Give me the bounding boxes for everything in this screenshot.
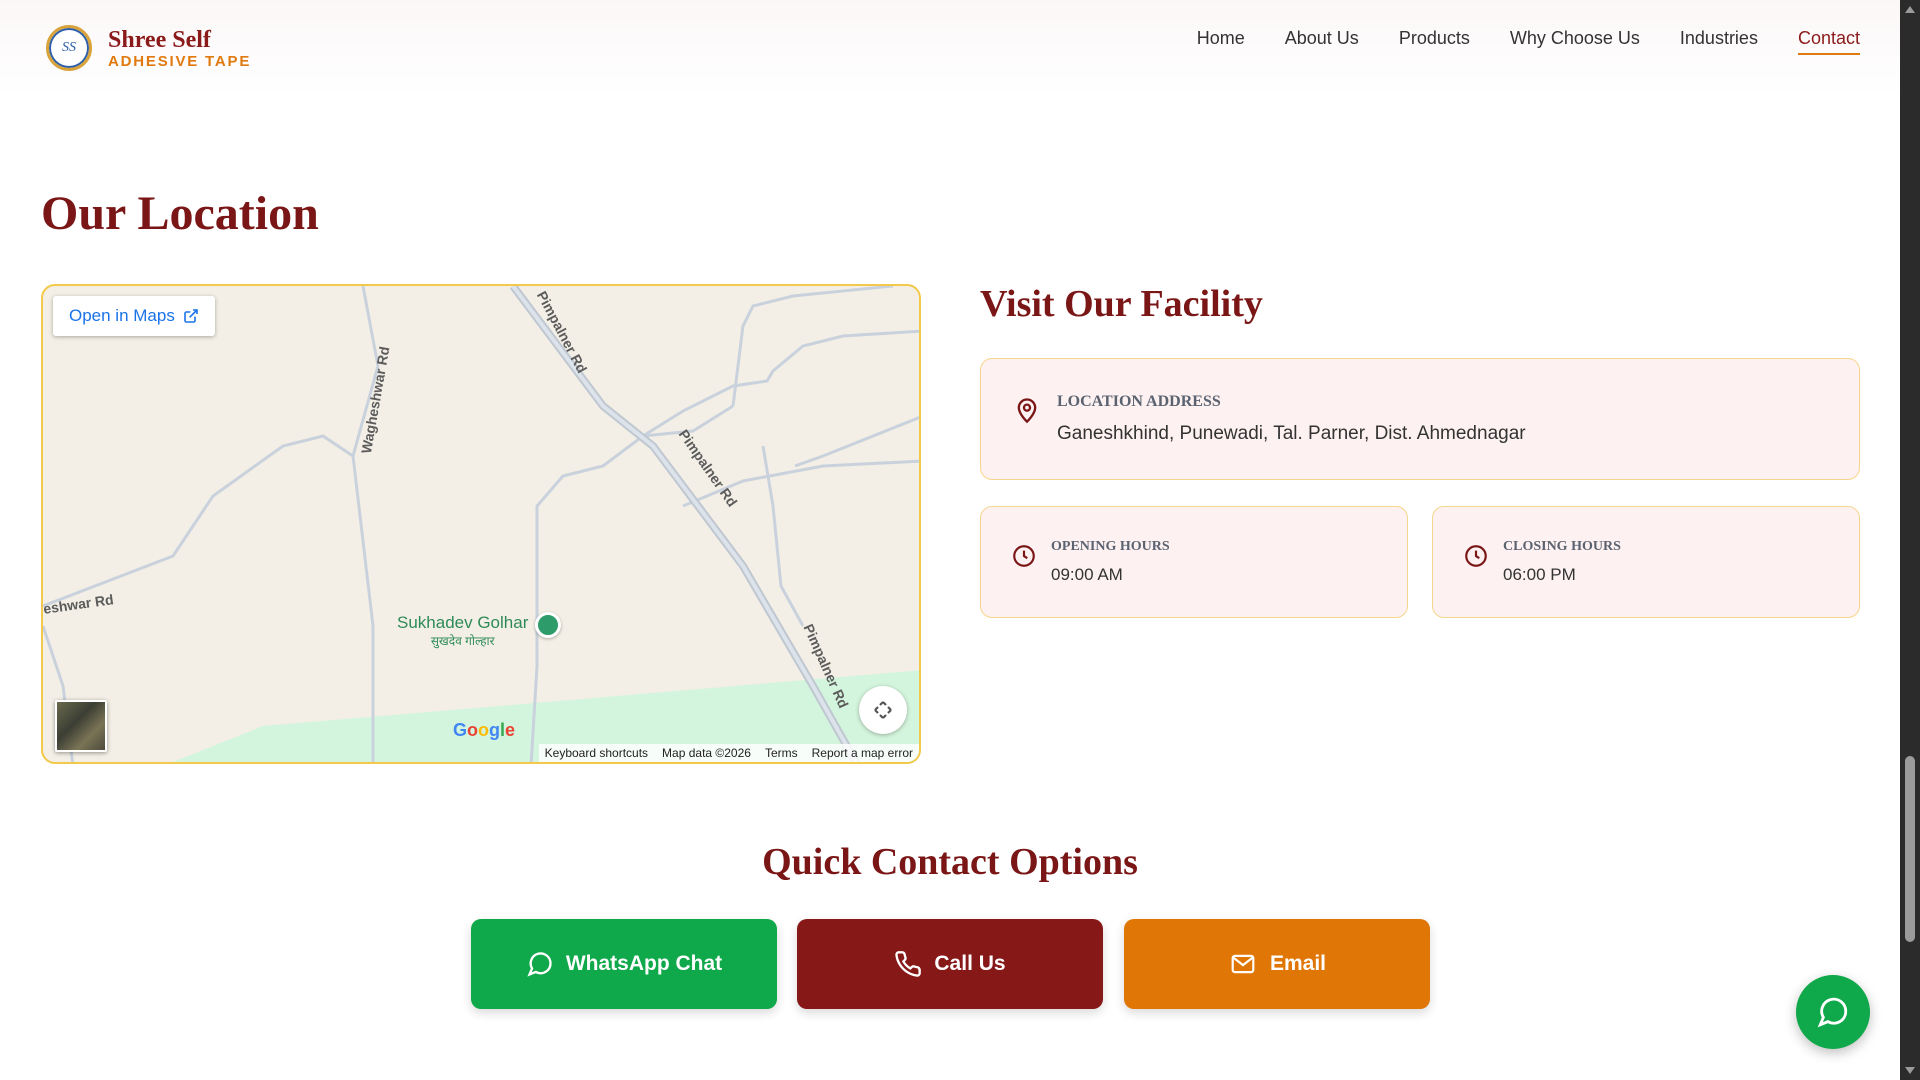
satellite-toggle[interactable] (55, 700, 107, 752)
map-pin-icon (1017, 398, 1037, 424)
mail-icon (1231, 954, 1255, 974)
nav-why-choose-us[interactable]: Why Choose Us (1510, 28, 1640, 55)
whatsapp-chat-button[interactable]: WhatsApp Chat (471, 919, 777, 1009)
nav-home[interactable]: Home (1197, 28, 1245, 55)
poi-marker-icon[interactable] (535, 612, 561, 638)
message-circle-icon (527, 952, 552, 977)
open-in-maps-button[interactable]: Open in Maps (53, 296, 215, 336)
message-circle-icon (1817, 997, 1848, 1028)
fullscreen-icon (874, 701, 892, 719)
visit-facility-title: Visit Our Facility (980, 283, 1263, 325)
call-us-label: Call Us (934, 952, 1006, 975)
address-label: LOCATION ADDRESS (1057, 393, 1221, 410)
call-us-button[interactable]: Call Us (797, 919, 1103, 1009)
report-map-error-link[interactable]: Report a map error (812, 746, 913, 760)
brand-tagline: ADHESIVE TAPE (108, 52, 252, 70)
map-embed[interactable]: Open in Maps Wagheshwar Rd Pimpalner Rd … (41, 284, 921, 764)
page: SS Shree Self ADHESIVE TAPE Home About U… (0, 0, 1920, 1080)
scroll-down-arrow[interactable] (1905, 1067, 1915, 1074)
poi-label[interactable]: Sukhadev Golhar सुखदेव गोल्हार (397, 614, 528, 650)
google-logo: Google (453, 720, 516, 740)
nav-products[interactable]: Products (1399, 28, 1470, 55)
external-link-icon (184, 309, 198, 323)
whatsapp-chat-label: WhatsApp Chat (565, 952, 723, 975)
keyboard-shortcuts-link[interactable]: Keyboard shortcuts (545, 746, 648, 760)
nav-contact[interactable]: Contact (1797, 28, 1860, 55)
open-in-maps-label: Open in Maps (69, 306, 175, 325)
brand-text: Shree Self ADHESIVE TAPE (108, 27, 251, 70)
brand-logo: SS (46, 25, 92, 71)
brand-name: Shree Self (108, 26, 211, 53)
email-button[interactable]: Email (1124, 919, 1430, 1009)
clock-icon (1013, 545, 1035, 567)
site-header: SS Shree Self ADHESIVE TAPE Home About U… (0, 0, 1900, 96)
closing-hours-label: CLOSING HOURS (1503, 539, 1621, 554)
map-roads (43, 286, 919, 762)
opening-hours-value: 09:00 AM (1051, 565, 1123, 584)
page-scrollbar[interactable] (1900, 0, 1920, 1080)
nav-about-us[interactable]: About Us (1285, 28, 1359, 55)
opening-hours-card: OPENING HOURS 09:00 AM (980, 506, 1408, 618)
quick-contact-title: Quick Contact Options (762, 841, 1138, 883)
poi-local-name: सुखदेव गोल्हार (430, 634, 495, 648)
floating-chat-button[interactable] (1796, 975, 1870, 1049)
nav-industries[interactable]: Industries (1680, 28, 1758, 55)
closing-hours-card: CLOSING HOURS 06:00 PM (1432, 506, 1860, 618)
brand[interactable]: SS Shree Self ADHESIVE TAPE (46, 25, 251, 71)
phone-icon (895, 951, 922, 977)
closing-hours-value: 06:00 PM (1503, 565, 1576, 584)
clock-icon (1465, 545, 1487, 567)
our-location-title: Our Location (41, 187, 319, 240)
fullscreen-button[interactable] (859, 686, 907, 734)
map-footer: Keyboard shortcuts Map data ©2026 Terms … (538, 744, 919, 762)
map-data-text: Map data ©2026 (662, 746, 751, 760)
email-label: Email (1269, 952, 1327, 975)
main-nav: Home About Us Products Why Choose Us Ind… (1197, 28, 1860, 55)
scroll-thumb[interactable] (1905, 756, 1915, 942)
address-value: Ganeshkhind, Punewadi, Tal. Parner, Dist… (1057, 423, 1526, 444)
opening-hours-label: OPENING HOURS (1051, 539, 1170, 554)
address-card: LOCATION ADDRESS Ganeshkhind, Punewadi, … (980, 358, 1860, 480)
scroll-up-arrow[interactable] (1905, 6, 1915, 13)
terms-link[interactable]: Terms (765, 746, 798, 760)
poi-name: Sukhadev Golhar (397, 613, 529, 632)
